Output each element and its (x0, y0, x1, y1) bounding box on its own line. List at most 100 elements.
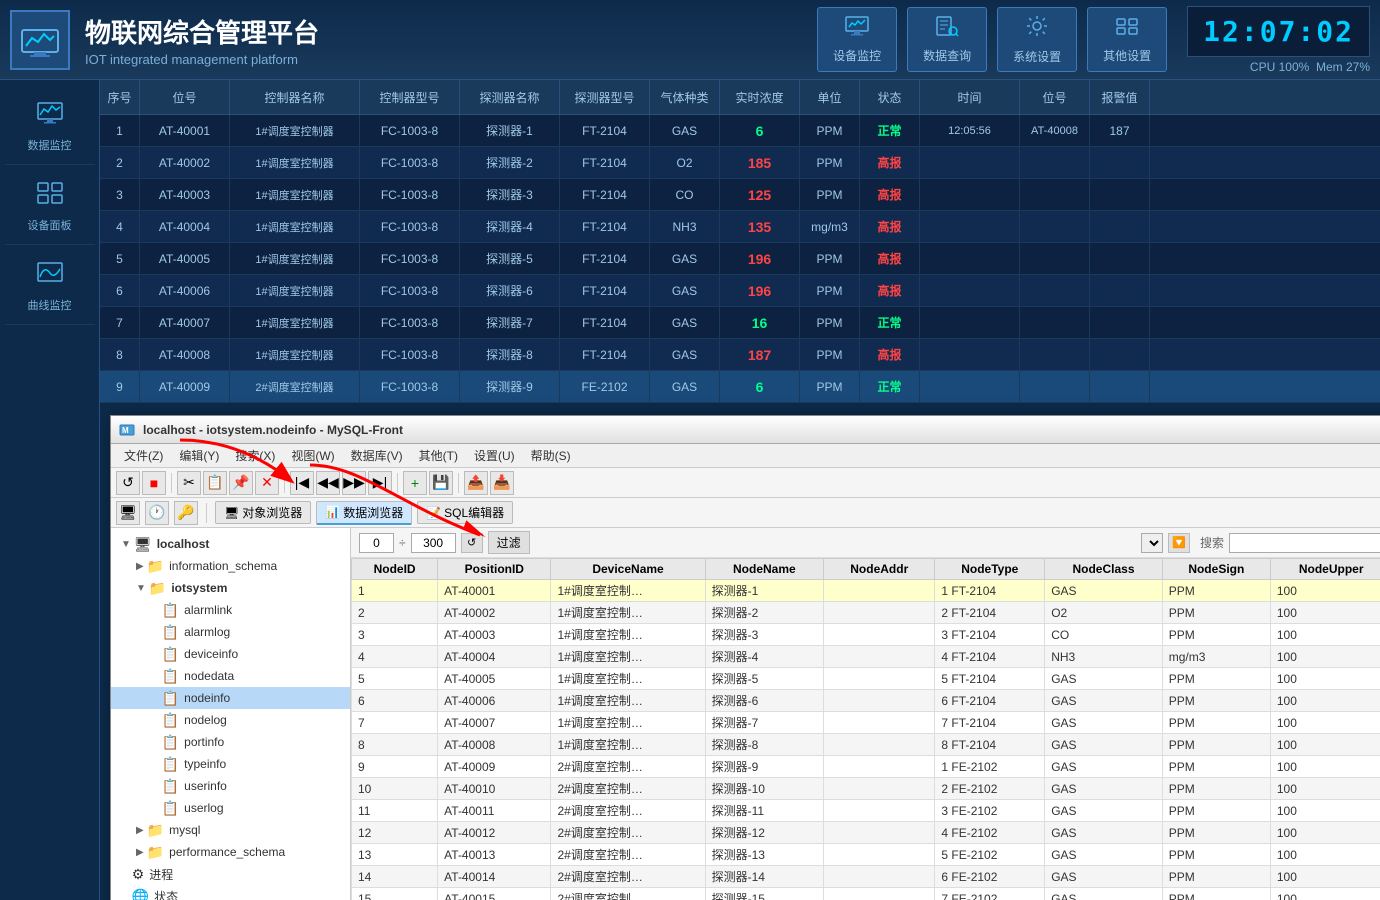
mysql-main: ▼🖥localhost▶📁information_schema▼📁iotsyst… (111, 528, 1380, 900)
tree-item-进程[interactable]: ▶⚙进程 (111, 863, 350, 885)
td-alarm (1090, 243, 1150, 274)
tb-last[interactable]: ▶| (368, 471, 392, 495)
table-row[interactable]: 13AT-400132#调度室控制…探测器-135 FE-2102GASPPM1… (352, 844, 1380, 866)
nav-device-monitor[interactable]: 设备监控 (817, 7, 897, 72)
nav-system-settings[interactable]: 系统设置 (997, 7, 1077, 72)
filter-btn[interactable]: 过滤 (488, 531, 530, 554)
tree-item-localhost[interactable]: ▼🖥localhost (111, 533, 350, 555)
tb-sep2 (284, 473, 285, 493)
tree-item-userinfo[interactable]: ▶📋userinfo (111, 775, 350, 797)
td-NodeSign: PPM (1162, 624, 1270, 646)
tb-next2[interactable]: ▶▶ (342, 471, 366, 495)
td-alarm (1090, 147, 1150, 178)
menu-edit[interactable]: 编辑(Y) (171, 445, 227, 466)
nav-data-query[interactable]: 数据查询 (907, 7, 987, 72)
tree-item-icon: 📁 (147, 822, 164, 839)
table-row[interactable]: 1AT-400011#调度室控制…探测器-11 FT-2104GASPPM100… (352, 580, 1380, 602)
menu-view[interactable]: 视图(W) (283, 445, 342, 466)
menu-database[interactable]: 数据库(V) (343, 445, 411, 466)
tb-paste[interactable]: 📌 (229, 471, 253, 495)
tb-save[interactable]: 💾 (429, 471, 453, 495)
sidebar-item-curve-monitor[interactable]: 曲线监控 (5, 250, 95, 325)
iot-table-row[interactable]: 1 AT-40001 1#调度室控制器 FC-1003-8 探测器-1 FT-2… (100, 115, 1380, 147)
tree-item-portinfo[interactable]: ▶📋portinfo (111, 731, 350, 753)
th-val: 实时浓度 (720, 80, 800, 114)
tb-refresh[interactable]: ↺ (116, 471, 140, 495)
refresh-data-btn[interactable]: ↺ (461, 533, 483, 553)
table-row[interactable]: 6AT-400061#调度室控制…探测器-66 FT-2104GASPPM100… (352, 690, 1380, 712)
tree-item-icon: 📋 (162, 668, 179, 685)
table-row[interactable]: 4AT-400041#调度室控制…探测器-44 FT-2104NH3mg/m31… (352, 646, 1380, 668)
sidebar-item-data-monitor[interactable]: 数据监控 (5, 90, 95, 165)
tree-item-alarmlog[interactable]: ▶📋alarmlog (111, 621, 350, 643)
tab-object-browser[interactable]: 🖥 对象浏览器 (215, 501, 311, 524)
table-row[interactable]: 3AT-400031#调度室控制…探测器-33 FT-2104COPPM1002… (352, 624, 1380, 646)
tb2-icon3[interactable]: 🔑 (174, 501, 198, 525)
tb-cut[interactable]: ✂ (177, 471, 201, 495)
table-row[interactable]: 14AT-400142#调度室控制…探测器-146 FE-2102GASPPM1… (352, 866, 1380, 888)
th-status: 状态 (860, 80, 920, 114)
tb-first[interactable]: |◀ (290, 471, 314, 495)
tree-item-nodedata[interactable]: ▶📋nodedata (111, 665, 350, 687)
tree-item-typeinfo[interactable]: ▶📋typeinfo (111, 753, 350, 775)
tree-item-mysql[interactable]: ▶📁mysql (111, 819, 350, 841)
sidebar-item-device-panel[interactable]: 设备面板 (5, 170, 95, 245)
table-row[interactable]: 9AT-400092#调度室控制…探测器-91 FE-2102GASPPM100… (352, 756, 1380, 778)
td-probe: 探测器-3 (460, 179, 560, 210)
table-row[interactable]: 2AT-400021#调度室控制…探测器-22 FT-2104O2PPM1002… (352, 602, 1380, 624)
iot-table-row[interactable]: 5 AT-40005 1#调度室控制器 FC-1003-8 探测器-5 FT-2… (100, 243, 1380, 275)
sort-select[interactable] (1141, 533, 1163, 553)
iot-table-row[interactable]: 3 AT-40003 1#调度室控制器 FC-1003-8 探测器-3 FT-2… (100, 179, 1380, 211)
menu-other[interactable]: 其他(T) (411, 445, 466, 466)
menu-settings[interactable]: 设置(U) (466, 445, 523, 466)
page-start-input[interactable] (359, 533, 394, 553)
tree-item-icon: 📋 (162, 734, 179, 751)
iot-table-row[interactable]: 8 AT-40008 1#调度室控制器 FC-1003-8 探测器-8 FT-2… (100, 339, 1380, 371)
tb2-icon1[interactable]: 🖥 (116, 501, 140, 525)
td-PositionID: AT-40013 (438, 844, 551, 866)
menu-help[interactable]: 帮助(S) (523, 445, 579, 466)
table-row[interactable]: 5AT-400051#调度室控制…探测器-55 FT-2104GASPPM100… (352, 668, 1380, 690)
tb-export[interactable]: 📤 (464, 471, 488, 495)
iot-table-header: 序号 位号 控制器名称 控制器型号 探测器名称 探测器型号 气体种类 实时浓度 … (100, 80, 1380, 115)
tree-item-状态[interactable]: ▶🌐状态 (111, 885, 350, 900)
tree-item-deviceinfo[interactable]: ▶📋deviceinfo (111, 643, 350, 665)
tb-stop[interactable]: ■ (142, 471, 166, 495)
iot-table-row[interactable]: 7 AT-40007 1#调度室控制器 FC-1003-8 探测器-7 FT-2… (100, 307, 1380, 339)
iot-table-row[interactable]: 9 AT-40009 2#调度室控制器 FC-1003-8 探测器-9 FE-2… (100, 371, 1380, 403)
table-row[interactable]: 12AT-400122#调度室控制…探测器-124 FE-2102GASPPM1… (352, 822, 1380, 844)
iot-table-row[interactable]: 6 AT-40006 1#调度室控制器 FC-1003-8 探测器-6 FT-2… (100, 275, 1380, 307)
tree-item-information_schema[interactable]: ▶📁information_schema (111, 555, 350, 577)
search-input[interactable] (1229, 533, 1380, 553)
tree-item-nodeinfo[interactable]: ▶📋nodeinfo (111, 687, 350, 709)
td-alarm (1090, 275, 1150, 306)
tree-item-alarmlink[interactable]: ▶📋alarmlink (111, 599, 350, 621)
menu-search[interactable]: 搜索(X) (227, 445, 283, 466)
table-row[interactable]: 15AT-400152#调度室控制…探测器-157 FE-2102GASPPM1… (352, 888, 1380, 900)
tree-item-iotsystem[interactable]: ▼📁iotsystem (111, 577, 350, 599)
tb-add[interactable]: + (403, 471, 427, 495)
td-alarm: 187 (1090, 115, 1150, 146)
table-row[interactable]: 10AT-400102#调度室控制…探测器-102 FE-2102GASPPM1… (352, 778, 1380, 800)
table-row[interactable]: 8AT-400081#调度室控制…探测器-88 FT-2104GASPPM100… (352, 734, 1380, 756)
iot-table-row[interactable]: 4 AT-40004 1#调度室控制器 FC-1003-8 探测器-4 FT-2… (100, 211, 1380, 243)
tb-copy[interactable]: 📋 (203, 471, 227, 495)
filter-icon-btn[interactable]: 🔽 (1168, 533, 1190, 553)
td-NodeType: 7 FE-2102 (935, 888, 1045, 900)
tree-item-nodelog[interactable]: ▶📋nodelog (111, 709, 350, 731)
nav-other-settings[interactable]: 其他设置 (1087, 7, 1167, 72)
table-row[interactable]: 7AT-400071#调度室控制…探测器-77 FT-2104GASPPM100… (352, 712, 1380, 734)
iot-table-row[interactable]: 2 AT-40002 1#调度室控制器 FC-1003-8 探测器-2 FT-2… (100, 147, 1380, 179)
table-row[interactable]: 11AT-400112#调度室控制…探测器-113 FE-2102GASPPM1… (352, 800, 1380, 822)
tab-sql-editor[interactable]: 📝 SQL编辑器 (417, 501, 513, 524)
td-pos: AT-40008 (140, 339, 230, 370)
tab-data-browser[interactable]: 📊 数据浏览器 (316, 501, 412, 525)
tree-item-userlog[interactable]: ▶📋userlog (111, 797, 350, 819)
tb-import[interactable]: 📥 (490, 471, 514, 495)
tb2-icon2[interactable]: 🕐 (145, 501, 169, 525)
tree-item-performance_schema[interactable]: ▶📁performance_schema (111, 841, 350, 863)
tb-delete[interactable]: ✕ (255, 471, 279, 495)
page-limit-input[interactable] (411, 533, 456, 553)
tb-prev2[interactable]: ◀◀ (316, 471, 340, 495)
menu-file[interactable]: 文件(Z) (116, 445, 171, 466)
